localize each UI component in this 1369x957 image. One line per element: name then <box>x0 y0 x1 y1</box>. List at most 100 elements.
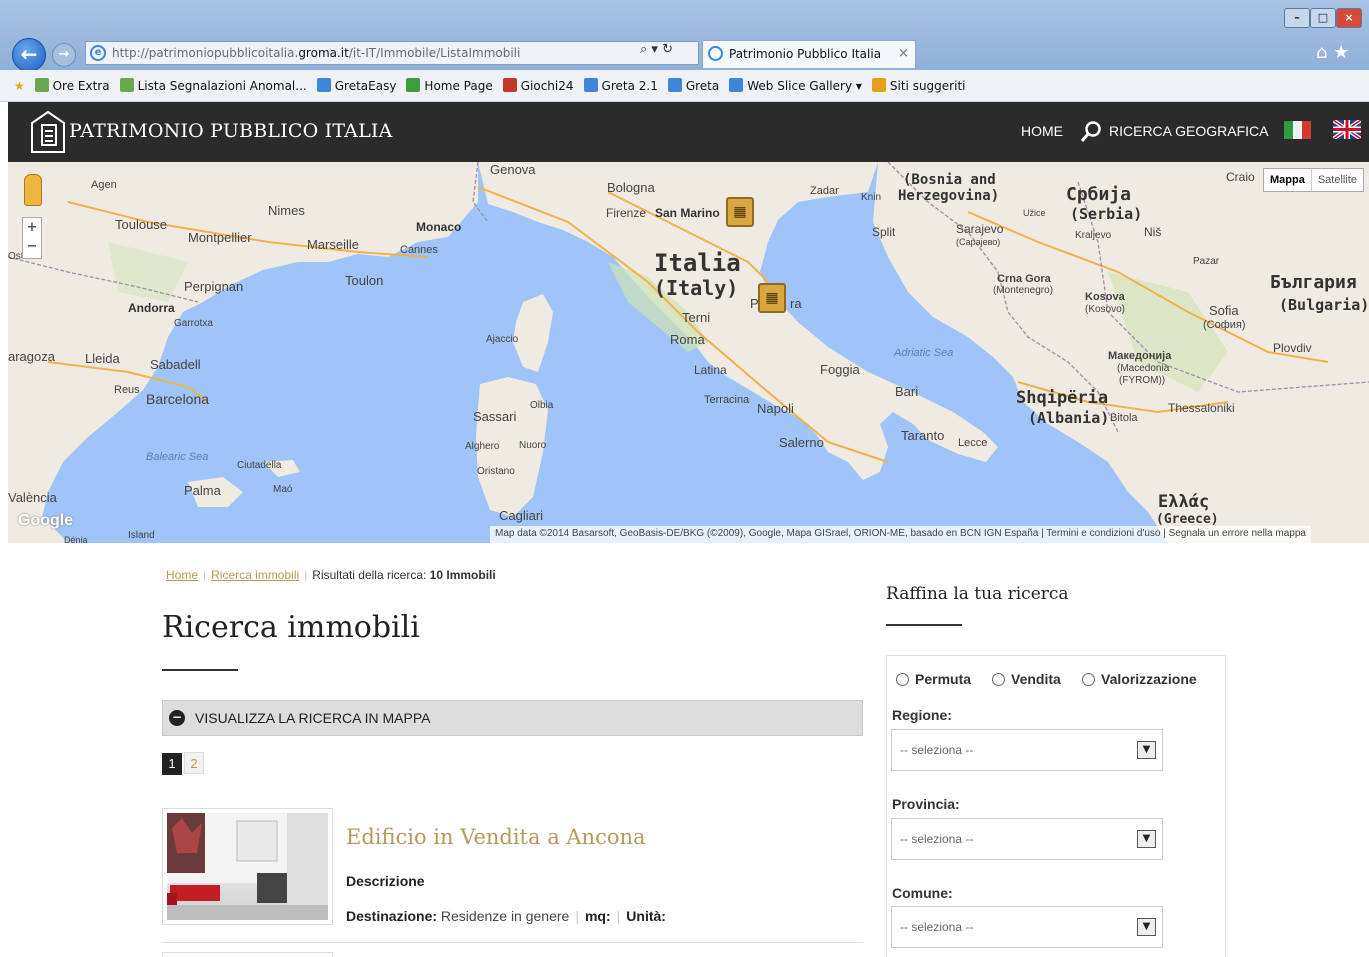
map-attribution[interactable]: Map data ©2014 Basarsoft, GeoBasis-DE/BK… <box>490 526 1311 543</box>
favorite-label: Giochi24 <box>520 79 574 93</box>
favorite-label: Lista Segnalazioni Anomal... <box>137 79 307 93</box>
breadcrumb-search-link[interactable]: Ricerca immobili <box>211 568 299 582</box>
building-document-logo-icon[interactable] <box>28 109 68 155</box>
favorite-item[interactable]: Siti suggeriti <box>871 78 965 93</box>
property-marker-san-marino[interactable]: ▦ <box>726 197 754 227</box>
comune-select[interactable]: -- seleziona -- ▼ <box>891 906 1163 948</box>
radio-valorizzazione[interactable]: Valorizzazione <box>1082 671 1197 687</box>
radio-vendita[interactable]: Vendita <box>992 671 1061 687</box>
map-type-mappa-button[interactable]: Mappa <box>1264 169 1311 191</box>
chevron-down-icon[interactable]: ▼ <box>1137 830 1156 848</box>
address-tools[interactable]: ⌕ ▾ ↻ <box>640 42 673 57</box>
page-2-button[interactable]: 2 <box>184 752 204 774</box>
favorite-item[interactable]: Greta <box>667 78 719 93</box>
map-label-italy: (Italy) <box>654 276 739 300</box>
favorite-item[interactable]: GretaEasy <box>316 78 396 93</box>
breadcrumb-separator: | <box>203 568 207 582</box>
tab-close-button[interactable]: × <box>898 46 909 61</box>
nav-geo-search-link[interactable]: RICERCA GEOGRAFICA <box>1109 123 1268 139</box>
breadcrumb-result-count: 10 Immobili <box>429 568 496 582</box>
provincia-select[interactable]: -- seleziona -- ▼ <box>891 818 1163 860</box>
favorite-item[interactable]: Ore Extra <box>34 78 110 93</box>
map-label-sassari: Sassari <box>473 409 517 424</box>
result-title-link[interactable]: Edificio in Vendita a Ancona <box>346 825 646 849</box>
map-label-albania: (Albania) <box>1028 409 1110 427</box>
map-label-mao: Maó <box>273 484 293 495</box>
favorite-item[interactable]: Home Page <box>406 78 493 93</box>
page-1-button[interactable]: 1 <box>162 753 182 775</box>
result-thumbnail[interactable] <box>162 808 333 925</box>
tab-title: Patrimonio Pubblico Italia <box>729 47 882 61</box>
provincia-label: Provincia: <box>892 796 960 812</box>
map-label-nis: Niš <box>1144 225 1162 239</box>
map-label-ajaccio: Ajaccio <box>486 334 519 345</box>
forward-button[interactable]: → <box>52 43 76 67</box>
comune-label: Comune: <box>892 885 953 901</box>
chevron-down-icon[interactable]: ▼ <box>1137 741 1156 759</box>
minus-circle-icon[interactable]: − <box>169 710 185 726</box>
radio-label: Vendita <box>1011 671 1061 687</box>
result-thumbnail[interactable] <box>162 952 333 957</box>
ie-icon <box>583 78 598 92</box>
map-label-genova: Genova <box>490 162 536 177</box>
show-search-on-map-toggle[interactable]: VISUALIZZA LA RICERCA IN MAPPA <box>162 700 863 736</box>
browser-tab[interactable]: Patrimonio Pubblico Italia <box>702 40 916 68</box>
favorites-star-icon[interactable]: ★ <box>14 79 25 93</box>
maximize-button[interactable]: □ <box>1310 8 1336 28</box>
breadcrumb: Home | Ricerca immobili | Risultati della ri… <box>166 568 496 582</box>
map-label-plovdiv: Plovdiv <box>1273 341 1312 355</box>
map-label-ellas: Ελλάς <box>1158 492 1210 512</box>
map-label-latina: Latina <box>694 363 727 377</box>
map-label-valencia: València <box>8 490 57 505</box>
favorite-item[interactable]: Web Slice Gallery ▾ <box>729 78 862 93</box>
favorite-item[interactable]: Giochi24 <box>502 78 574 93</box>
favorite-item[interactable]: Greta 2.1 <box>583 78 658 93</box>
search-icon[interactable] <box>1080 120 1102 144</box>
back-button[interactable]: ← <box>12 38 46 72</box>
map-label-bosnia: (Bosnia and <box>903 172 996 188</box>
map-label-kosovo: (Kosovo) <box>1085 304 1126 315</box>
uk-flag-icon[interactable] <box>1333 120 1361 139</box>
map-label-makedonija: Македонија <box>1108 350 1172 362</box>
radio-circle-icon[interactable] <box>1082 673 1095 686</box>
radio-label: Valorizzazione <box>1101 671 1197 687</box>
map-label-zaragoza: aragoza <box>8 349 55 364</box>
italian-flag-icon[interactable] <box>1284 121 1311 139</box>
map-label-perpignan: Perpignan <box>184 279 244 294</box>
geo-map[interactable]: Italia (Italy) Србија (Serbia) България … <box>8 162 1369 543</box>
minimize-button[interactable]: – <box>1284 8 1310 28</box>
street-view-pegman-icon[interactable] <box>24 174 42 206</box>
tab-ie-icon <box>708 46 723 61</box>
map-label-uzice: Užice <box>1023 208 1046 218</box>
map-label-toulouse: Toulouse <box>115 217 168 232</box>
map-label-nimes: Nimes <box>268 203 305 218</box>
map-type-control: Mappa Satellite <box>1263 168 1364 192</box>
result-meta: Destinazione: Residenze in genere | mq: | Un… <box>346 908 666 924</box>
nav-home-link[interactable]: HOME <box>1021 123 1063 139</box>
24-icon <box>502 78 517 92</box>
close-window-button[interactable]: × <box>1336 8 1362 28</box>
map-label-srbija: Србија <box>1066 184 1132 205</box>
destination-value: Residenze in genere <box>440 908 570 924</box>
interior-photo <box>167 813 328 920</box>
breadcrumb-home-link[interactable]: Home <box>166 568 198 582</box>
map-label-kosova: Kosova <box>1085 291 1125 303</box>
google-logo[interactable]: Google <box>18 512 73 530</box>
map-toggle-label: VISUALIZZA LA RICERCA IN MAPPA <box>195 710 431 726</box>
map-type-satellite-button[interactable]: Satellite <box>1310 169 1363 191</box>
map-label-marseille: Marseille <box>307 237 360 252</box>
radio-circle-icon[interactable] <box>992 673 1005 686</box>
map-label-greece: (Greece) <box>1156 512 1219 527</box>
map-label-zadar: Zadar <box>810 185 839 197</box>
regione-select[interactable]: -- seleziona -- ▼ <box>891 729 1163 771</box>
radio-permuta[interactable]: Permuta <box>896 671 971 687</box>
favorite-item[interactable]: Lista Segnalazioni Anomal... <box>119 78 307 93</box>
site-title[interactable]: PATRIMONIO PUBBLICO ITALIA <box>69 120 393 142</box>
address-bar[interactable]: http://patrimoniopubblicoitalia.groma.it… <box>85 41 699 65</box>
home-favorites-icons[interactable]: ⌂ ★ <box>1316 42 1349 63</box>
radio-circle-icon[interactable] <box>896 673 909 686</box>
chevron-down-icon[interactable]: ▼ <box>1137 918 1156 936</box>
map-label-oristano: Oristano <box>477 466 515 477</box>
map-zoom-control[interactable]: + − <box>22 217 42 259</box>
property-marker-pescara[interactable]: ▦ <box>758 283 786 313</box>
